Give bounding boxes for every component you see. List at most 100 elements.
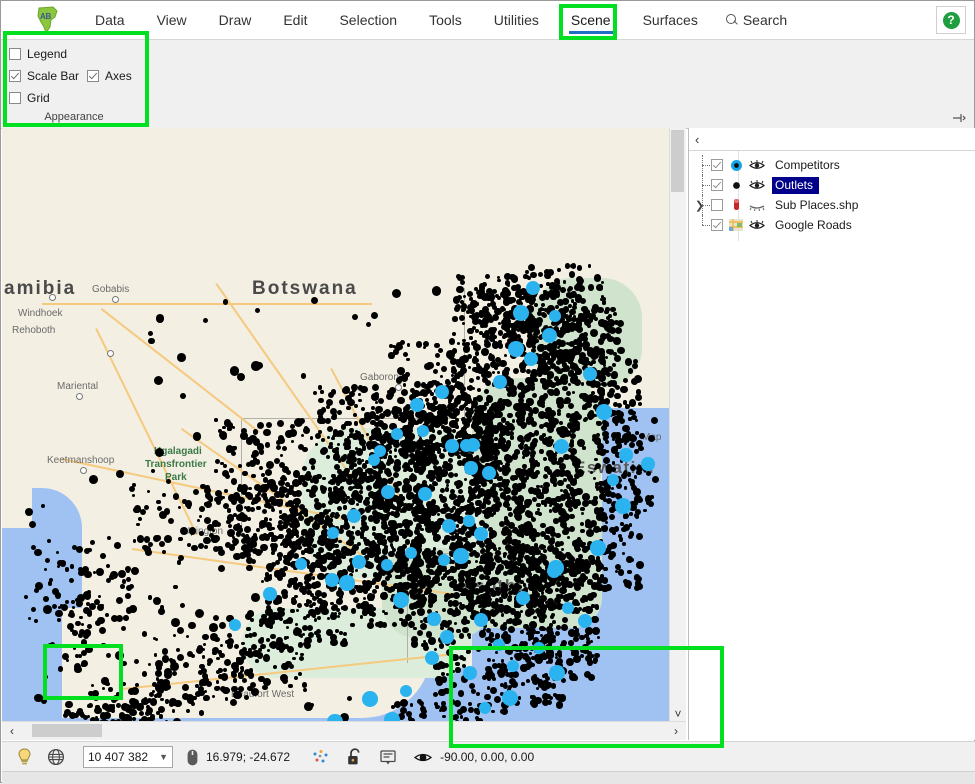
tab-surfaces[interactable]: Surfaces xyxy=(627,1,714,39)
outlet-point xyxy=(471,582,477,588)
checkbox-row-legend[interactable]: Legend xyxy=(9,43,139,65)
outlet-point xyxy=(366,562,374,570)
outlet-point xyxy=(458,489,463,494)
outlet-point xyxy=(375,573,382,580)
outlet-point xyxy=(597,636,600,639)
outlet-point xyxy=(609,380,614,385)
africa-logo-icon[interactable]: AB xyxy=(31,4,67,36)
outlet-point xyxy=(476,376,480,380)
tab-scene[interactable]: Scene xyxy=(555,1,627,39)
search-box[interactable]: Search xyxy=(714,12,787,28)
axes-checkbox[interactable] xyxy=(87,70,99,82)
outlet-point xyxy=(614,355,621,362)
grid-checkbox[interactable] xyxy=(9,92,21,104)
outlet-point xyxy=(338,540,342,544)
outlet-point xyxy=(366,497,369,500)
outlet-point xyxy=(455,667,460,672)
checkbox-row-grid[interactable]: Grid xyxy=(9,87,139,109)
tab-edit[interactable]: Edit xyxy=(267,1,323,39)
outlet-point xyxy=(448,602,453,607)
outlet-point xyxy=(415,600,423,608)
outlet-point xyxy=(486,419,494,427)
outlet-point xyxy=(447,620,452,625)
outlet-point xyxy=(439,420,444,425)
outlet-point xyxy=(267,649,270,652)
outlet-point xyxy=(570,416,574,420)
outlet-point xyxy=(445,479,450,484)
tab-view[interactable]: View xyxy=(141,1,203,39)
outlet-point xyxy=(63,713,68,718)
outlet-point xyxy=(433,595,436,598)
outlet-point xyxy=(431,500,435,504)
outlet-point xyxy=(630,558,634,562)
outlet-point xyxy=(505,606,512,613)
tab-label: Utilities xyxy=(494,12,539,28)
outlet-point xyxy=(612,363,616,367)
scale-bar-label: Scale Bar xyxy=(27,69,79,83)
outlet-point xyxy=(583,546,589,552)
tab-utilities[interactable]: Utilities xyxy=(478,1,555,39)
legend-checkbox[interactable] xyxy=(9,48,21,60)
outlet-point xyxy=(643,509,647,513)
outlet-point xyxy=(495,550,501,556)
scale-bar-checkbox[interactable] xyxy=(9,70,21,82)
outlet-point xyxy=(500,610,503,613)
outlet-point xyxy=(571,363,578,370)
outlet-point xyxy=(338,459,341,462)
outlet-point xyxy=(408,533,412,537)
help-button[interactable]: ? xyxy=(936,6,966,34)
outlet-point xyxy=(572,540,578,546)
outlet-point xyxy=(564,569,567,572)
tab-tools[interactable]: Tools xyxy=(413,1,478,39)
outlet-point xyxy=(381,520,387,526)
tab-draw[interactable]: Draw xyxy=(203,1,268,39)
outlet-point xyxy=(522,478,527,483)
outlet-point xyxy=(561,357,566,362)
outlet-point xyxy=(499,488,503,492)
map-canvas[interactable]: amibia Botswana Eswatini Lesotho Gobabis… xyxy=(2,128,670,722)
outlet-point xyxy=(302,682,308,688)
outlet-point xyxy=(607,544,613,550)
outlet-point xyxy=(501,613,504,616)
outlet-point xyxy=(465,542,471,548)
outlet-point xyxy=(321,503,326,508)
map-city-marker xyxy=(107,350,114,357)
outlet-point xyxy=(628,417,631,420)
outlet-point xyxy=(378,469,383,474)
outlet-point xyxy=(367,622,374,629)
outlet-point xyxy=(433,535,440,542)
outlet-point xyxy=(525,663,531,669)
outlet-point xyxy=(428,637,436,645)
map-city-marker xyxy=(49,294,56,301)
outlet-point xyxy=(295,623,298,626)
tab-selection[interactable]: Selection xyxy=(323,1,413,39)
outlet-point xyxy=(376,482,381,487)
outlet-point xyxy=(403,469,407,473)
outlet-point xyxy=(284,644,289,649)
tab-label: Draw xyxy=(219,12,252,28)
outlet-point xyxy=(623,524,630,531)
search-label: Search xyxy=(743,12,787,28)
map-viewport[interactable]: amibia Botswana Eswatini Lesotho Gobabis… xyxy=(2,128,686,740)
outlet-point xyxy=(555,588,559,592)
outlet-point xyxy=(446,484,449,487)
outlet-point xyxy=(490,443,495,448)
outlet-point xyxy=(282,524,288,530)
outlet-point xyxy=(490,411,495,416)
outlet-point xyxy=(514,449,520,455)
outlet-point xyxy=(545,439,553,447)
outlet-point xyxy=(531,462,536,467)
outlet-point xyxy=(242,678,247,683)
outlet-point xyxy=(433,692,438,697)
outlet-point xyxy=(556,603,562,609)
map-label-windhoek: Windhoek xyxy=(18,308,62,319)
outlet-point xyxy=(445,427,450,432)
pin-ribbon-icon[interactable] xyxy=(952,112,966,124)
tab-data[interactable]: Data xyxy=(79,1,141,39)
outlet-point xyxy=(492,483,497,488)
outlet-point xyxy=(394,701,401,708)
outlet-point xyxy=(510,435,515,440)
outlet-point xyxy=(227,638,234,645)
ribbon: AB Data View Draw Edit Selection Tools U… xyxy=(1,1,974,129)
outlet-point xyxy=(560,287,566,293)
